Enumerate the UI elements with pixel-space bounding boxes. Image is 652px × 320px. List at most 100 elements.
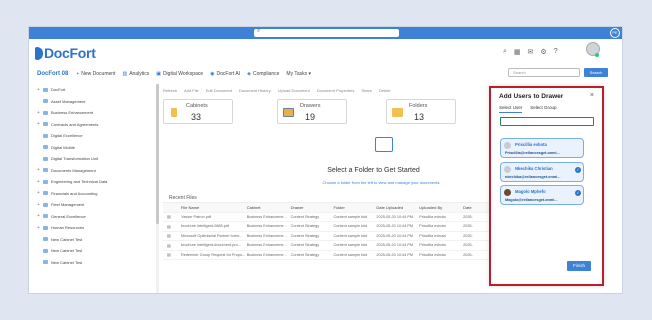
cabinet-icon	[43, 87, 48, 92]
sidebar-item[interactable]: New Cabinet Test	[37, 234, 158, 246]
gear-icon[interactable]: ⚙	[540, 48, 546, 56]
nav-docfort-ai[interactable]: ◉ DocFort AI	[210, 71, 240, 77]
column-header: Uploaded By	[419, 204, 443, 210]
table-row[interactable]: ▤ Yasser Patron.pdf Business Enhanceme... C…	[163, 213, 493, 222]
user-search-input[interactable]	[500, 117, 594, 126]
finish-button[interactable]: Finish	[567, 261, 591, 271]
cabinet-icon	[43, 122, 48, 127]
drawer-icon	[283, 108, 294, 117]
top-avatar[interactable]: PE	[610, 28, 620, 38]
sidebar-item[interactable]: Asset Management	[37, 96, 158, 108]
sidebar-item[interactable]: + Human Resources	[37, 222, 158, 234]
table-cell: Priscillia evbota	[419, 214, 446, 219]
sidebar-item[interactable]: Digital Excellence	[37, 130, 158, 142]
nav-digital-workspace[interactable]: ▣ Digital Workspace	[156, 71, 203, 77]
top-search-input[interactable]: ⌕	[254, 28, 399, 37]
table-row[interactable]: ▤ brochure intelligent-0885.pdf Business E…	[163, 222, 493, 232]
sidebar-item[interactable]: + Contracts and Agreements	[37, 119, 158, 131]
chat-icon[interactable]: ✉	[528, 48, 534, 56]
nav-label: Compliance	[253, 71, 280, 77]
sidebar-item-label: Human Resources	[51, 225, 85, 231]
nav-brand[interactable]: DocFort 08	[37, 71, 68, 77]
drawers-card[interactable]: Drawers 19	[277, 99, 347, 124]
close-icon[interactable]: ×	[590, 92, 594, 99]
sidebar-item-label: General Excellence	[51, 213, 86, 219]
table-cell: Content Strategy	[290, 243, 320, 248]
dialog-tabs: Select User Select Group	[499, 105, 557, 113]
nav-compliance[interactable]: ◈ Compliance	[247, 71, 279, 77]
table-cell: 2025-05-20 10:44 PM	[376, 243, 414, 248]
card-title: Folders	[409, 103, 428, 109]
table-cell: Content Strategy	[290, 224, 320, 229]
avatar	[504, 142, 511, 149]
table-cell: Business Enhanceme...	[246, 233, 287, 238]
toolbar-button[interactable]: Add File	[184, 88, 199, 93]
sidebar-item[interactable]: + DocFort	[37, 84, 158, 96]
cabinet-icon	[43, 260, 48, 265]
toolbar-button[interactable]: Document Properties	[317, 88, 355, 93]
sidebar-item[interactable]: New Cabinet Test	[37, 257, 158, 269]
sidebar-item[interactable]: + Fleet Management	[37, 199, 158, 211]
nav-new-document[interactable]: + New Document	[76, 71, 115, 77]
sidebar-scroll-thumb[interactable]	[156, 84, 159, 224]
column-header: File Name	[180, 204, 200, 210]
plus-icon: +	[76, 71, 80, 77]
table-cell: Business Enhanceme...	[246, 243, 287, 248]
cabinets-card[interactable]: Cabinets 33	[163, 99, 233, 124]
table-row[interactable]: ▤ Microsoft Optimiscial Partner foren... B…	[163, 232, 493, 241]
table-cell: Redeemer Group Request for Propo...	[180, 252, 246, 257]
tab-select-user[interactable]: Select User	[499, 105, 523, 113]
logo[interactable]: DocFort	[35, 45, 96, 61]
sidebar-item[interactable]: + General Excellence	[37, 211, 158, 223]
avatar	[504, 189, 511, 196]
sidebar-item[interactable]: Digital Mobile	[37, 142, 158, 154]
sidebar-item[interactable]: Digital Transformation Unit	[37, 153, 158, 165]
toolbar-button[interactable]: Refresh	[163, 88, 177, 93]
user-card[interactable]: Nkechika Christian nkechika@rellancesget…	[500, 162, 584, 182]
nav-analytics[interactable]: ▥ Analytics	[122, 71, 149, 77]
user-card[interactable]: Magolo Mphefo Magolo@rellancesget.onmi..…	[500, 185, 584, 205]
nav-my-tasks[interactable]: My Tasks ▾	[286, 71, 311, 77]
chart-icon: ▥	[122, 71, 128, 77]
toolbar-button[interactable]: Edit Document	[206, 88, 232, 93]
select-folder-title: Select a Folder to Get Started	[327, 167, 420, 174]
search-icon[interactable]: ⌕	[503, 48, 507, 56]
sidebar-item-label: Asset Management	[51, 98, 86, 104]
user-name: Nkechika Christian	[515, 166, 553, 171]
sidebar-item-label: Digital Transformation Unit	[51, 156, 99, 162]
table-cell: Content Strategy	[290, 233, 320, 238]
folders-card[interactable]: Folders 13	[386, 99, 456, 124]
tab-select-group[interactable]: Select Group	[530, 105, 556, 113]
search-input[interactable]: Search	[508, 68, 580, 77]
column-header: Drawer	[290, 204, 304, 210]
nav-label: Digital Workspace	[162, 71, 204, 77]
sidebar-item[interactable]: + Financials and Accounting	[37, 188, 158, 200]
toolbar-button[interactable]: Delete	[379, 88, 391, 93]
logo-mark-icon	[35, 46, 43, 60]
sidebar-item-label: Financials and Accounting	[51, 190, 98, 196]
table-row[interactable]: ▤ brochure intelligent-document-pro... Bus…	[163, 241, 493, 251]
search-button[interactable]: Search	[584, 68, 608, 77]
check-icon[interactable]: ✓	[575, 167, 581, 173]
user-card[interactable]: Priscillia evbota Priscillia@rellancesge…	[500, 138, 584, 158]
table-cell: Business Enhanceme...	[246, 252, 287, 257]
nav-label: DocFort AI	[216, 71, 241, 77]
table-cell: Content Strategy	[290, 214, 320, 219]
grid-icon[interactable]: ▦	[514, 48, 521, 56]
logo-text: DocFort	[44, 45, 96, 61]
help-icon[interactable]: ?	[554, 48, 558, 56]
sidebar-item[interactable]: New Cabinet Test	[37, 245, 158, 257]
toolbar-button[interactable]: Document History	[239, 88, 271, 93]
cabinet-icon	[43, 168, 48, 173]
check-icon[interactable]: ✓	[575, 190, 581, 196]
table-row[interactable]: ▤ Redeemer Group Request for Propo... Busi…	[163, 251, 493, 260]
toolbar-button[interactable]: Upload Document	[278, 88, 310, 93]
sidebar-item-label: DocFort	[51, 87, 66, 93]
sidebar-item[interactable]: + Engineering and Technical Data	[37, 176, 158, 188]
toolbar-button[interactable]: Share	[361, 88, 372, 93]
sidebar-item[interactable]: + Documents Management	[37, 165, 158, 177]
file-icon: ▤	[167, 224, 171, 229]
cabinet-icon	[43, 145, 48, 150]
folder-icon	[392, 108, 403, 117]
sidebar-item[interactable]: + Business Enhancement	[37, 107, 158, 119]
